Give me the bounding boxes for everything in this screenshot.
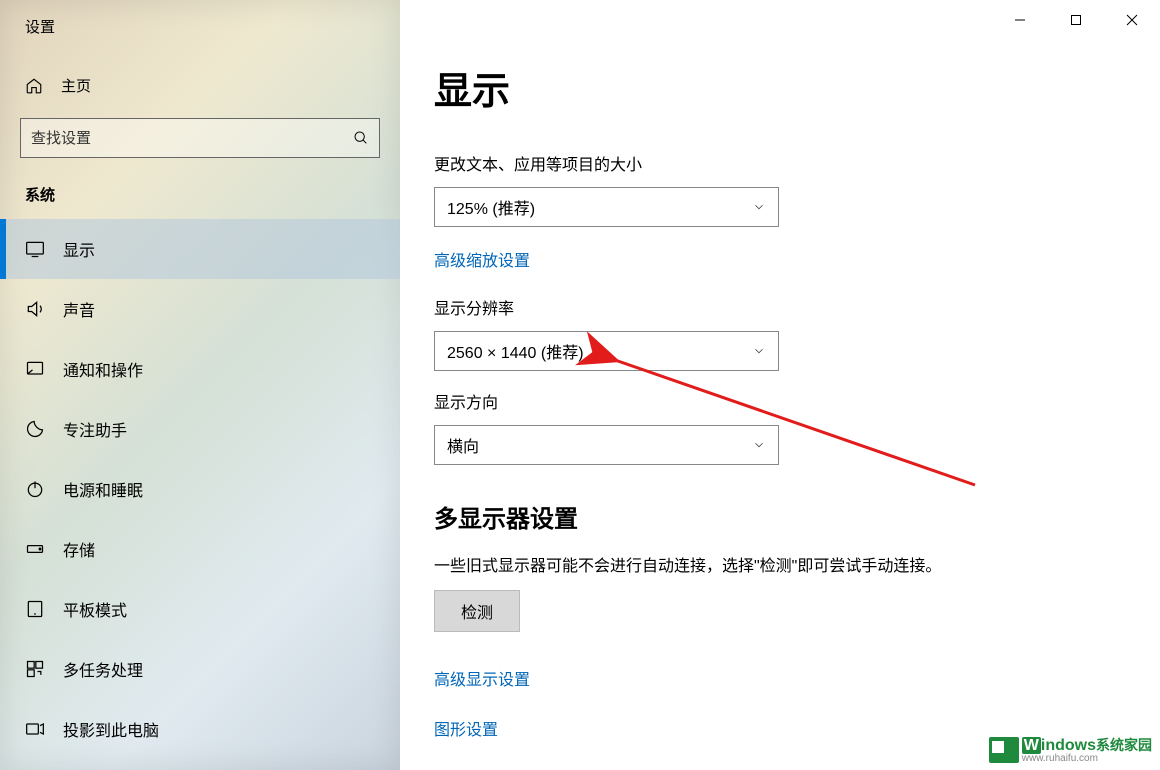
sidebar-item-multitask[interactable]: 多任务处理 bbox=[0, 639, 400, 699]
settings-content: 显示 更改文本、应用等项目的大小 125% (推荐) 高级缩放设置 显示分辨率 … bbox=[400, 0, 1040, 746]
nav-label: 电源和睡眠 bbox=[63, 477, 143, 501]
sidebar-item-focus[interactable]: 专注助手 bbox=[0, 399, 400, 459]
sidebar-item-storage[interactable]: 存储 bbox=[0, 519, 400, 579]
sidebar-item-project[interactable]: 投影到此电脑 bbox=[0, 699, 400, 759]
section-label: 系统 bbox=[0, 178, 400, 219]
sidebar-item-sound[interactable]: 声音 bbox=[0, 279, 400, 339]
nav-label: 专注助手 bbox=[63, 417, 127, 441]
nav-label: 多任务处理 bbox=[63, 657, 143, 681]
close-button[interactable] bbox=[1104, 0, 1160, 40]
scale-value: 125% (推荐) bbox=[447, 195, 535, 219]
display-icon bbox=[25, 239, 45, 259]
home-button[interactable]: 主页 bbox=[0, 51, 400, 118]
page-title: 显示 bbox=[434, 60, 1040, 115]
sidebar-item-tablet[interactable]: 平板模式 bbox=[0, 579, 400, 639]
window-title: 设置 bbox=[0, 0, 400, 51]
multi-display-heading: 多显示器设置 bbox=[434, 499, 1040, 534]
focus-icon bbox=[25, 419, 45, 439]
graphics-settings-link[interactable]: 图形设置 bbox=[434, 716, 498, 740]
titlebar bbox=[992, 0, 1160, 40]
watermark-url: www.ruhaifu.com bbox=[1022, 753, 1152, 764]
maximize-button[interactable] bbox=[1048, 0, 1104, 40]
advanced-display-link[interactable]: 高级显示设置 bbox=[434, 666, 530, 690]
watermark: Windows系统家园 www.ruhaifu.com bbox=[989, 735, 1152, 764]
nav-label: 投影到此电脑 bbox=[63, 717, 159, 741]
sidebar-item-power[interactable]: 电源和睡眠 bbox=[0, 459, 400, 519]
watermark-brand: indows bbox=[1041, 737, 1096, 754]
nav-label: 存储 bbox=[63, 537, 95, 561]
chevron-down-icon bbox=[752, 200, 766, 214]
home-label: 主页 bbox=[61, 75, 91, 96]
chevron-down-icon bbox=[752, 438, 766, 452]
search-input[interactable] bbox=[31, 130, 353, 147]
resolution-label: 显示分辨率 bbox=[434, 295, 1040, 319]
sound-icon bbox=[25, 299, 45, 319]
watermark-icon bbox=[989, 737, 1019, 763]
resolution-value: 2560 × 1440 (推荐) bbox=[447, 339, 584, 363]
minimize-button[interactable] bbox=[992, 0, 1048, 40]
sidebar-item-notifications[interactable]: 通知和操作 bbox=[0, 339, 400, 399]
detect-button[interactable]: 检测 bbox=[434, 590, 520, 632]
multi-display-description: 一些旧式显示器可能不会进行自动连接，选择"检测"即可尝试手动连接。 bbox=[434, 552, 1040, 576]
orientation-value: 横向 bbox=[447, 433, 479, 457]
home-icon bbox=[25, 77, 43, 95]
settings-window: 设置 主页 系统 显示 声音 通知和操作 bbox=[0, 0, 1160, 770]
orientation-label: 显示方向 bbox=[434, 389, 1040, 413]
scale-label: 更改文本、应用等项目的大小 bbox=[434, 151, 1040, 175]
nav-label: 声音 bbox=[63, 297, 95, 321]
scale-dropdown[interactable]: 125% (推荐) bbox=[434, 187, 779, 227]
chevron-down-icon bbox=[752, 344, 766, 358]
resolution-dropdown[interactable]: 2560 × 1440 (推荐) bbox=[434, 331, 779, 371]
nav-label: 通知和操作 bbox=[63, 357, 143, 381]
advanced-scale-link[interactable]: 高级缩放设置 bbox=[434, 247, 530, 271]
main-panel: 显示 更改文本、应用等项目的大小 125% (推荐) 高级缩放设置 显示分辨率 … bbox=[400, 0, 1160, 770]
power-icon bbox=[25, 479, 45, 499]
sidebar-item-display[interactable]: 显示 bbox=[0, 219, 400, 279]
orientation-dropdown[interactable]: 横向 bbox=[434, 425, 779, 465]
nav-list: 显示 声音 通知和操作 专注助手 电源和睡眠 存储 bbox=[0, 219, 400, 759]
storage-icon bbox=[25, 539, 45, 559]
sidebar: 设置 主页 系统 显示 声音 通知和操作 bbox=[0, 0, 400, 770]
search-icon bbox=[353, 130, 369, 146]
search-box[interactable] bbox=[20, 118, 380, 158]
project-icon bbox=[25, 719, 45, 739]
nav-label: 平板模式 bbox=[63, 597, 127, 621]
tablet-icon bbox=[25, 599, 45, 619]
multitask-icon bbox=[25, 659, 45, 679]
notifications-icon bbox=[25, 359, 45, 379]
nav-label: 显示 bbox=[63, 237, 95, 261]
